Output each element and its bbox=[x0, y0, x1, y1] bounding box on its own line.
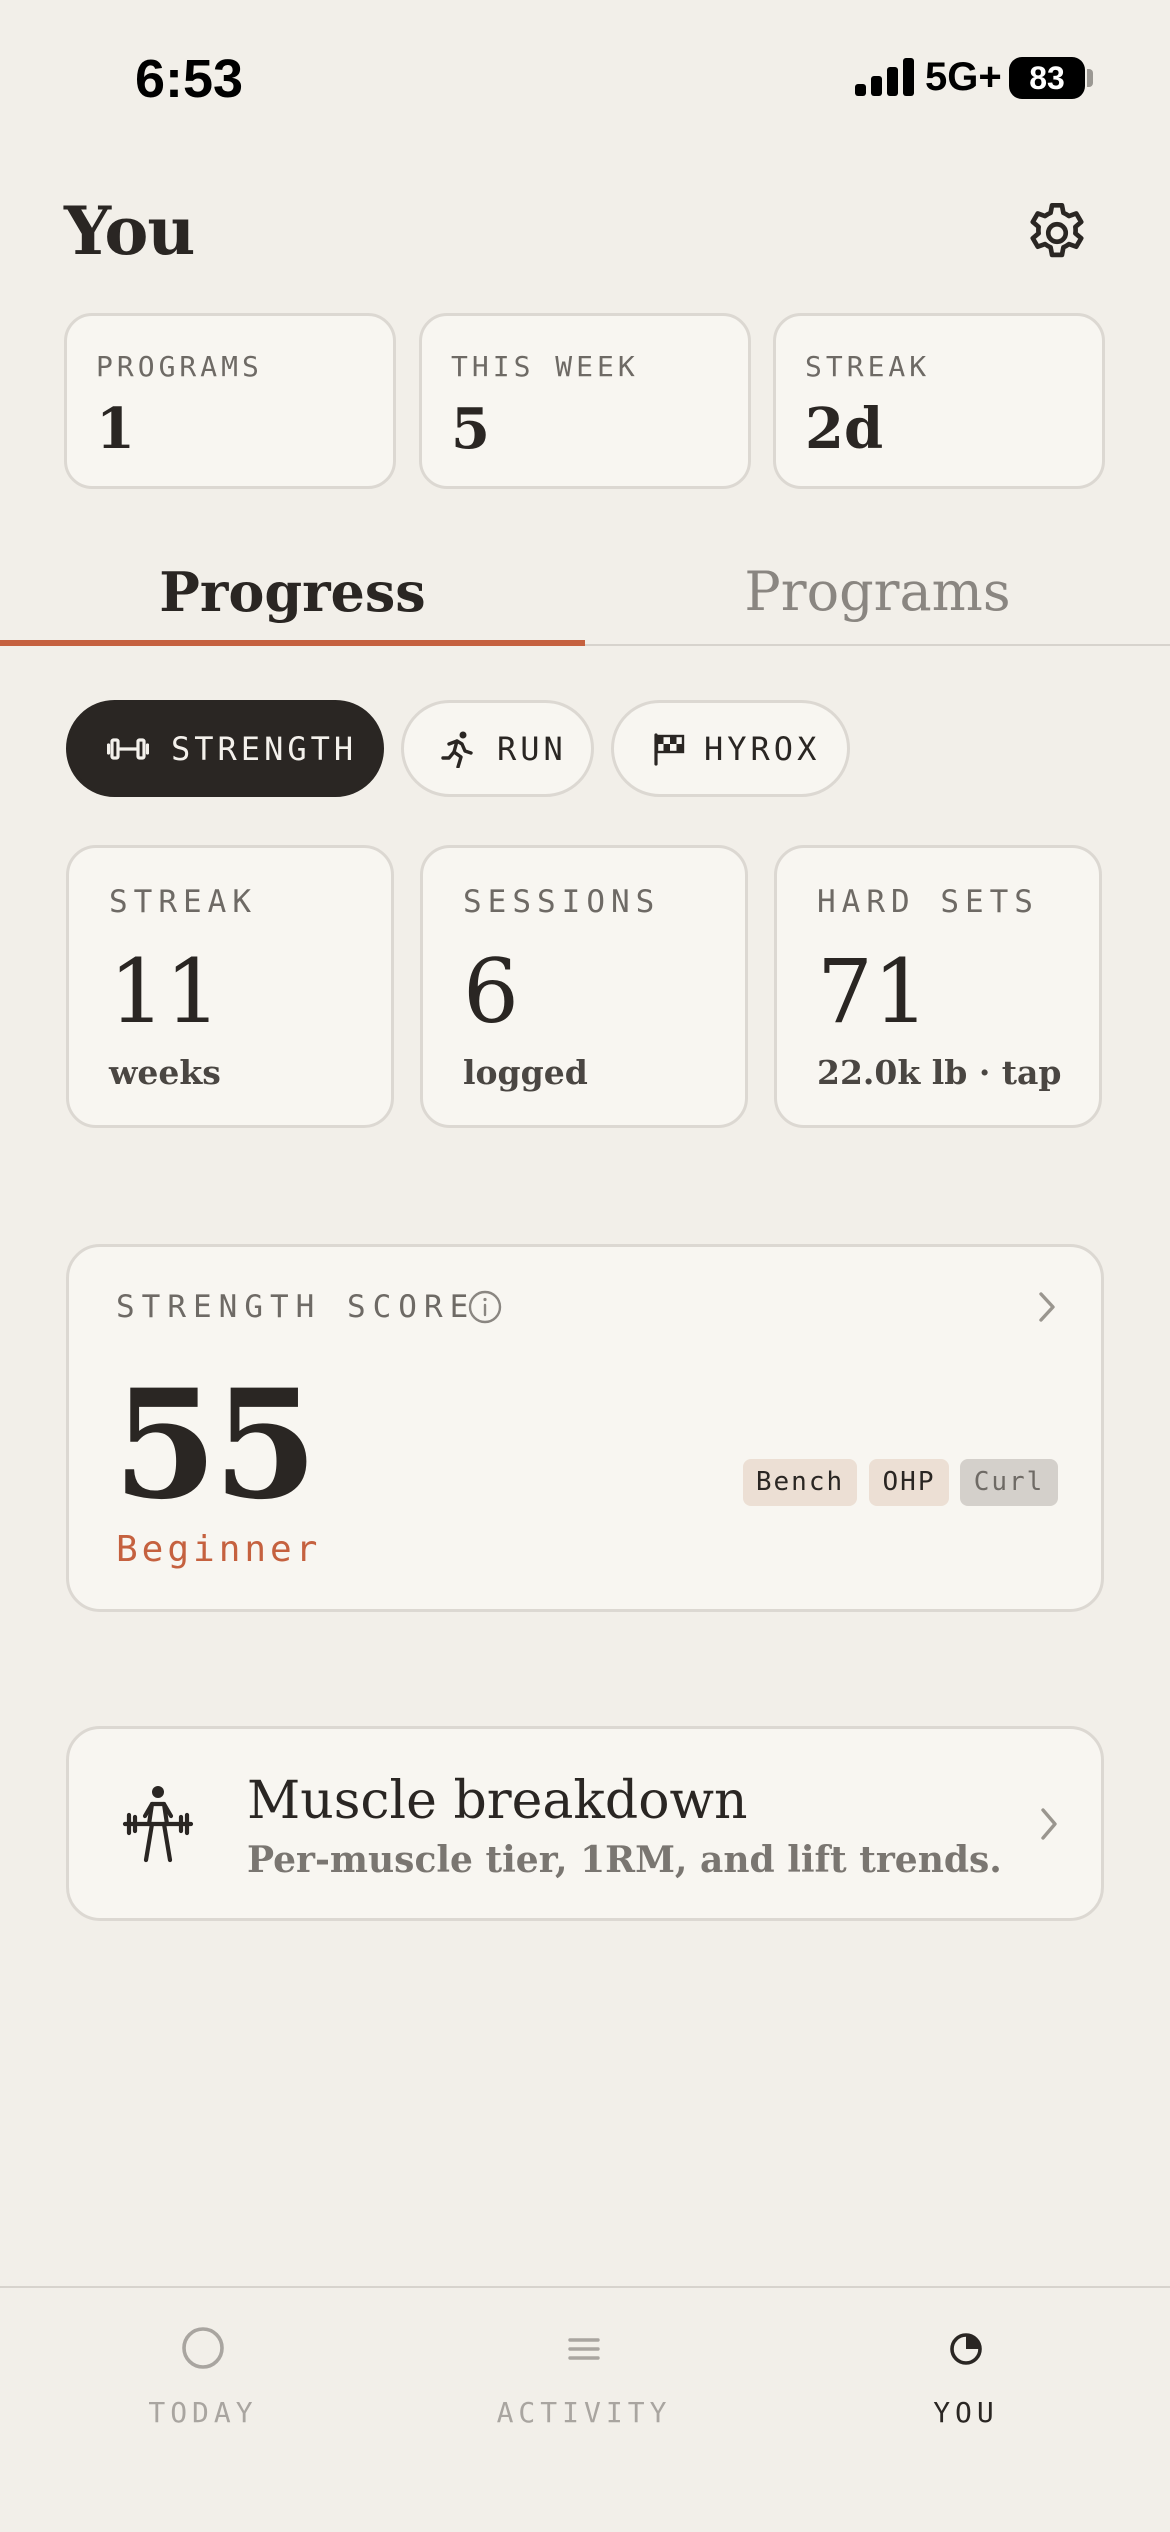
metric-label: SESSIONS bbox=[463, 884, 661, 920]
tab-bar: Progress Programs bbox=[0, 540, 1170, 646]
battery-icon: 83 bbox=[1009, 57, 1085, 99]
stat-card-programs: PROGRAMS 1 bbox=[64, 313, 396, 489]
stat-card-streak: STREAK 2d bbox=[773, 313, 1105, 489]
stat-label: THIS WEEK bbox=[451, 350, 639, 383]
chevron-right-icon bbox=[1041, 1808, 1057, 1840]
tab-progress[interactable]: Progress bbox=[0, 560, 585, 624]
strength-score-value: 55 bbox=[113, 1357, 318, 1533]
filter-chip-run[interactable]: RUN bbox=[401, 700, 594, 797]
nav-item-today[interactable]: TODAY bbox=[53, 2318, 353, 2429]
stat-value: 2d bbox=[805, 396, 884, 462]
chip-label: HYROX bbox=[704, 729, 821, 768]
metric-card-hard-sets[interactable]: HARD SETS 71 22.0k lb · tap bbox=[774, 845, 1102, 1128]
muscle-breakdown-description: Per-muscle tier, 1RM, and lift trends. bbox=[247, 1839, 1002, 1881]
metric-value: 11 bbox=[109, 940, 221, 1043]
stat-label: PROGRAMS bbox=[96, 350, 263, 383]
stat-card-this-week: THIS WEEK 5 bbox=[419, 313, 751, 489]
tab-programs[interactable]: Programs bbox=[585, 560, 1170, 623]
bottom-nav: TODAY ACTIVITY YOU bbox=[0, 2286, 1170, 2532]
filter-chip-hyrox[interactable]: HYROX bbox=[611, 700, 850, 797]
metric-subtext: logged bbox=[463, 1053, 588, 1092]
metric-label: HARD SETS bbox=[817, 884, 1039, 920]
muscle-breakdown-title: Muscle breakdown bbox=[247, 1771, 748, 1831]
strength-score-label: STRENGTH SCORE bbox=[116, 1289, 476, 1325]
strength-score-card[interactable]: STRENGTH SCORE 55 Beginner Bench OHP Cur… bbox=[66, 1244, 1104, 1612]
strength-tier: Beginner bbox=[116, 1529, 322, 1570]
metric-value: 6 bbox=[463, 940, 519, 1043]
status-bar: 6:53 5G+ 83 bbox=[0, 0, 1170, 150]
nav-item-you[interactable]: YOU bbox=[816, 2318, 1116, 2429]
metric-subtext: 22.0k lb · tap bbox=[817, 1053, 1062, 1092]
nav-label: YOU bbox=[933, 2396, 999, 2429]
nav-item-activity[interactable]: ACTIVITY bbox=[434, 2318, 734, 2429]
chip-label: RUN bbox=[497, 729, 567, 768]
battery-tip bbox=[1087, 69, 1093, 87]
circle-icon bbox=[182, 2327, 224, 2369]
pie-chart-icon bbox=[950, 2333, 982, 2365]
lift-tag-ohp: OHP bbox=[869, 1459, 949, 1506]
metric-subtext: weeks bbox=[109, 1053, 221, 1092]
network-type: 5G+ bbox=[925, 55, 1002, 99]
weightlifter-icon bbox=[122, 1786, 194, 1863]
settings-button[interactable] bbox=[1022, 198, 1092, 268]
chevron-right-icon bbox=[1039, 1292, 1055, 1322]
status-time: 6:53 bbox=[135, 49, 244, 109]
nav-label: ACTIVITY bbox=[496, 2396, 672, 2429]
gear-icon bbox=[1030, 202, 1084, 258]
chip-label: STRENGTH bbox=[171, 729, 358, 768]
stat-label: STREAK bbox=[805, 350, 931, 383]
muscle-breakdown-card[interactable]: Muscle breakdown Per-muscle tier, 1RM, a… bbox=[66, 1726, 1104, 1921]
metric-card-streak: STREAK 11 weeks bbox=[66, 845, 394, 1128]
checkered-flag-icon bbox=[654, 732, 685, 766]
nav-label: TODAY bbox=[148, 2396, 258, 2429]
filter-chip-strength[interactable]: STRENGTH bbox=[66, 700, 384, 797]
lift-tag-curl: Curl bbox=[960, 1459, 1058, 1506]
metric-label: STREAK bbox=[109, 884, 257, 920]
metric-value: 71 bbox=[817, 940, 929, 1043]
list-icon bbox=[568, 2338, 600, 2360]
info-icon[interactable] bbox=[467, 1289, 503, 1325]
lift-tag-bench: Bench bbox=[743, 1459, 857, 1506]
stat-value: 5 bbox=[451, 396, 490, 462]
runner-icon bbox=[441, 731, 473, 768]
dumbbell-icon bbox=[107, 737, 149, 760]
metric-card-sessions: SESSIONS 6 logged bbox=[420, 845, 748, 1128]
tab-active-indicator bbox=[0, 640, 585, 646]
stat-value: 1 bbox=[96, 396, 135, 462]
signal-strength-icon bbox=[855, 58, 917, 96]
page-title: You bbox=[64, 192, 195, 270]
